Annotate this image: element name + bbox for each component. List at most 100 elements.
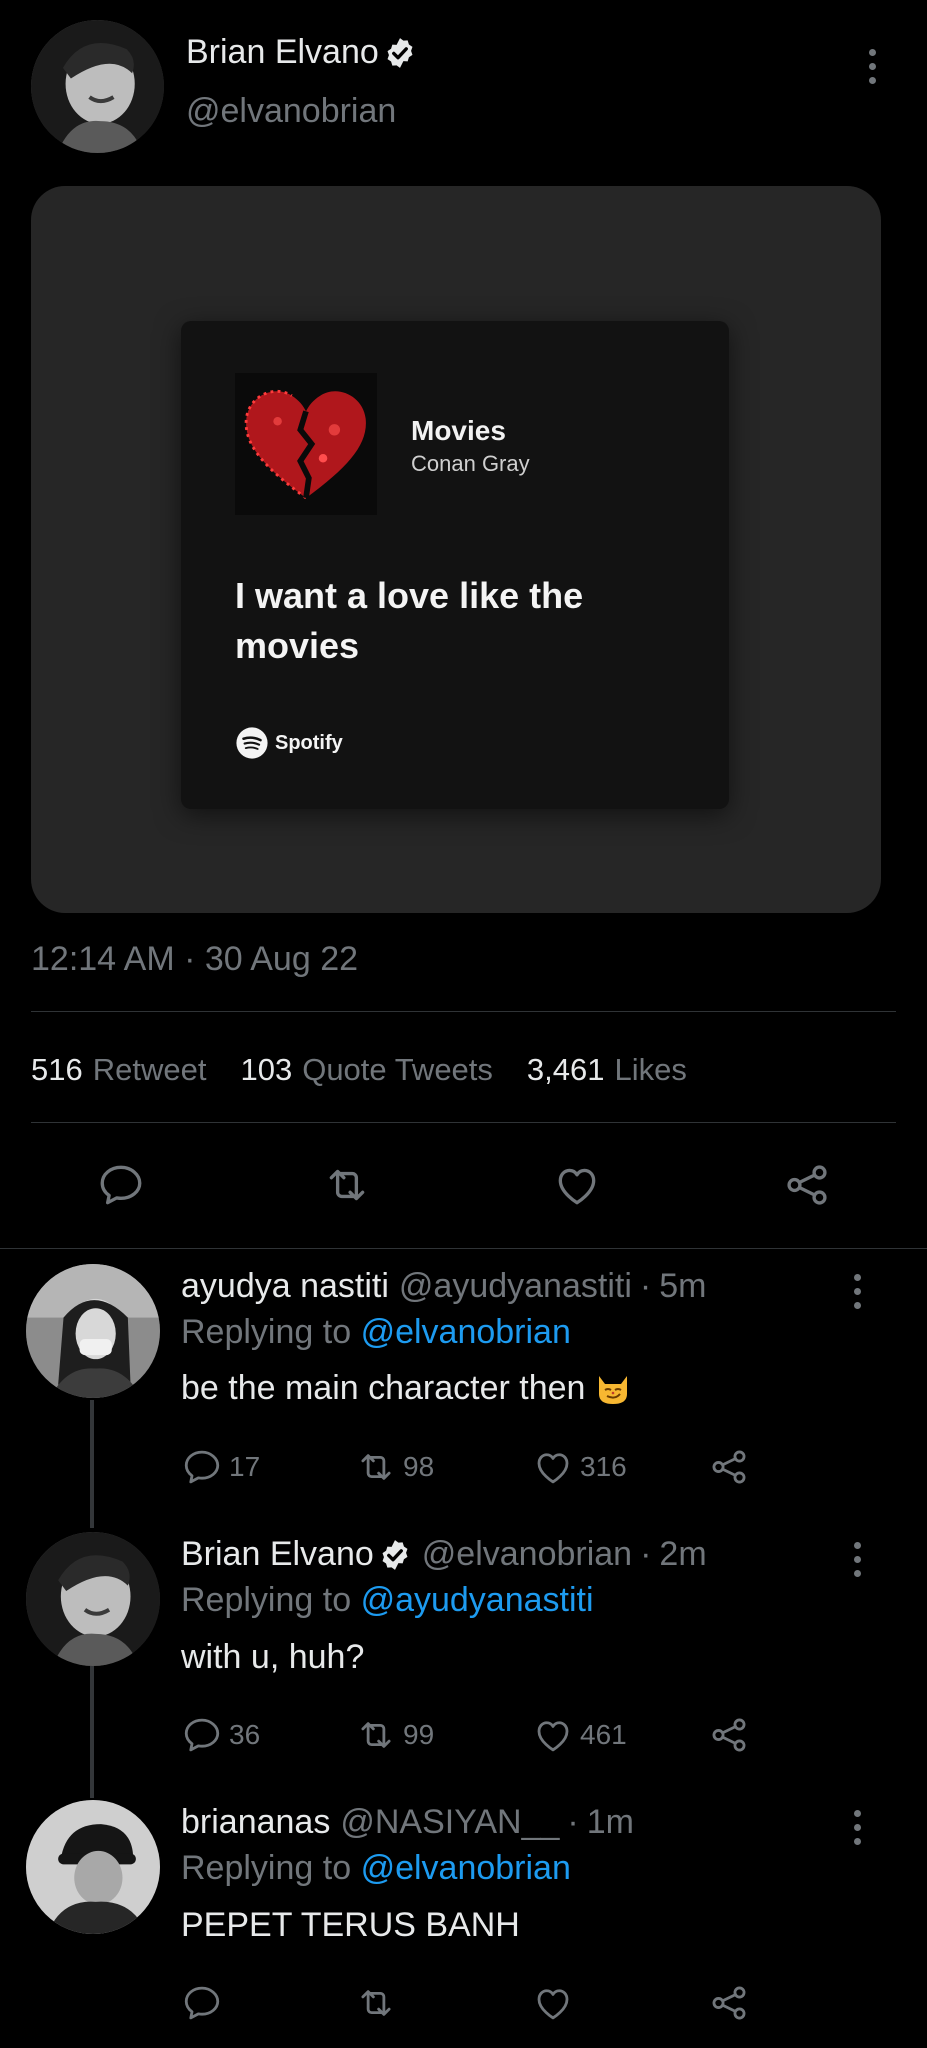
- reply-text-content: be the main character then: [181, 1368, 586, 1407]
- replying-to: Replying to @elvanobrian: [181, 1849, 571, 1888]
- divider: [0, 1248, 927, 1249]
- retweet-icon: [361, 1454, 391, 1480]
- reply-author-handle[interactable]: @ayudyanastiti: [399, 1267, 632, 1306]
- reply-icon: [184, 1986, 220, 2020]
- reply-time[interactable]: 5m: [659, 1267, 706, 1306]
- reply-avatar[interactable]: [26, 1264, 160, 1398]
- reply-author-name[interactable]: ayudya nastiti: [181, 1267, 389, 1306]
- reply-time[interactable]: 1m: [587, 1803, 634, 1842]
- reply-author-handle[interactable]: @NASIYAN__: [340, 1803, 559, 1842]
- like-button[interactable]: [552, 1160, 602, 1210]
- share-button[interactable]: [708, 1714, 750, 1756]
- like-count: 316: [580, 1451, 627, 1482]
- replying-to: Replying to @elvanobrian: [181, 1313, 571, 1352]
- more-options-icon[interactable]: [851, 1274, 863, 1309]
- share-button[interactable]: [708, 1446, 750, 1488]
- reply-time[interactable]: 2m: [659, 1535, 706, 1574]
- quote-tweets-label: Quote Tweets: [302, 1052, 493, 1087]
- share-icon: [712, 1986, 746, 2020]
- reply-count: 36: [229, 1719, 261, 1750]
- smirking-cat-icon: [593, 1368, 633, 1408]
- heart-icon: [537, 1721, 569, 1752]
- reply-header: briananas @NASIYAN__ · 1m: [181, 1803, 634, 1842]
- author-handle[interactable]: @elvanobrian: [186, 92, 396, 131]
- thread-line: [90, 1666, 94, 1798]
- like-count: 461: [580, 1719, 627, 1750]
- replying-prefix: Replying to: [181, 1581, 352, 1619]
- tweet-timestamp[interactable]: 12:14 AM · 30 Aug 22: [31, 940, 358, 979]
- reply-header: Brian Elvano @elvanobrian · 2m: [181, 1535, 707, 1574]
- retweet-button[interactable]: [355, 1982, 397, 2024]
- divider: [31, 1011, 896, 1012]
- separator-dot: ·: [639, 1267, 652, 1305]
- likes-stat[interactable]: 3,461 Likes: [527, 1052, 687, 1088]
- reply-text-content: PEPET TERUS BANH: [181, 1906, 520, 1944]
- reply-text-content: with u, huh?: [181, 1638, 365, 1676]
- reply-button[interactable]: [181, 1982, 223, 2024]
- reply-count: 17: [229, 1451, 261, 1482]
- tweet-stats: 516 Retweet 103 Quote Tweets 3,461 Likes: [31, 1052, 687, 1088]
- album-art-broken-heart: [235, 373, 377, 515]
- divider: [31, 1122, 896, 1123]
- like-button[interactable]: 461: [532, 1714, 627, 1756]
- heart-icon: [537, 1453, 569, 1484]
- reply-icon: [184, 1718, 220, 1752]
- spotify-brand: Spotify: [235, 726, 343, 760]
- reply-header: ayudya nastiti @ayudyanastiti · 5m: [181, 1267, 706, 1306]
- reply-icon: [100, 1165, 142, 1205]
- retweet-button[interactable]: [322, 1160, 372, 1210]
- replying-mention[interactable]: @ayudyanastiti: [361, 1581, 594, 1619]
- replying-prefix: Replying to: [181, 1313, 352, 1351]
- more-options-icon[interactable]: [851, 1542, 863, 1577]
- quote-tweets-count: 103: [240, 1052, 293, 1087]
- retweet-button[interactable]: 98: [355, 1446, 434, 1488]
- retweet-count: 98: [403, 1451, 435, 1482]
- author-avatar[interactable]: [31, 20, 164, 153]
- retweet-button[interactable]: 99: [355, 1714, 434, 1756]
- verified-badge-icon: [378, 1538, 412, 1572]
- replying-to: Replying to @ayudyanastiti: [181, 1581, 594, 1620]
- thread-line: [90, 1400, 94, 1528]
- more-options-icon[interactable]: [866, 49, 878, 84]
- reply-button[interactable]: [96, 1160, 146, 1210]
- like-button[interactable]: [532, 1982, 574, 2024]
- reply-icon: [184, 1450, 220, 1484]
- song-title: Movies: [411, 415, 506, 446]
- share-button[interactable]: [708, 1982, 750, 2024]
- reply-button[interactable]: 17: [181, 1446, 260, 1488]
- spotify-brand-text: Spotify: [275, 731, 343, 754]
- author-name[interactable]: Brian Elvano: [186, 33, 417, 72]
- reply-avatar[interactable]: [26, 1800, 160, 1934]
- reply-author-name[interactable]: briananas: [181, 1803, 330, 1842]
- retweets-stat[interactable]: 516 Retweet: [31, 1052, 206, 1088]
- like-button[interactable]: 316: [532, 1446, 627, 1488]
- retweets-count: 516: [31, 1052, 83, 1087]
- replying-prefix: Replying to: [181, 1849, 352, 1887]
- author-name-text[interactable]: Brian Elvano: [186, 33, 379, 72]
- replying-mention[interactable]: @elvanobrian: [361, 1849, 571, 1887]
- replying-mention[interactable]: @elvanobrian: [361, 1313, 571, 1351]
- reply-text: with u, huh?: [181, 1638, 364, 1677]
- reply-author-name[interactable]: Brian Elvano: [181, 1535, 374, 1574]
- retweet-icon: [329, 1169, 365, 1201]
- tweet-detail-page: Brian Elvano @elvanobrian Movies Conan G…: [0, 0, 927, 2048]
- quote-tweets-stat[interactable]: 103 Quote Tweets: [240, 1052, 492, 1088]
- likes-count: 3,461: [526, 1052, 605, 1087]
- tweet-media[interactable]: Movies Conan Gray I want a love like the…: [31, 186, 881, 913]
- share-icon: [712, 1450, 746, 1484]
- more-options-icon[interactable]: [851, 1810, 863, 1845]
- separator-dot: ·: [640, 1535, 652, 1573]
- reply-author-handle[interactable]: @elvanobrian: [422, 1535, 632, 1574]
- retweet-icon: [361, 1990, 391, 2016]
- spotify-logo-icon: [235, 726, 269, 760]
- reply-text: be the main character then: [181, 1368, 633, 1408]
- share-icon: [712, 1718, 746, 1752]
- reply-button[interactable]: 36: [181, 1714, 260, 1756]
- share-button[interactable]: [782, 1160, 832, 1210]
- song-artist: Conan Gray: [411, 451, 530, 476]
- heart-icon: [558, 1168, 596, 1205]
- reply-avatar[interactable]: [26, 1532, 160, 1666]
- heart-icon: [537, 1989, 569, 2020]
- retweet-count: 99: [403, 1719, 435, 1750]
- reply-text: PEPET TERUS BANH: [181, 1906, 520, 1945]
